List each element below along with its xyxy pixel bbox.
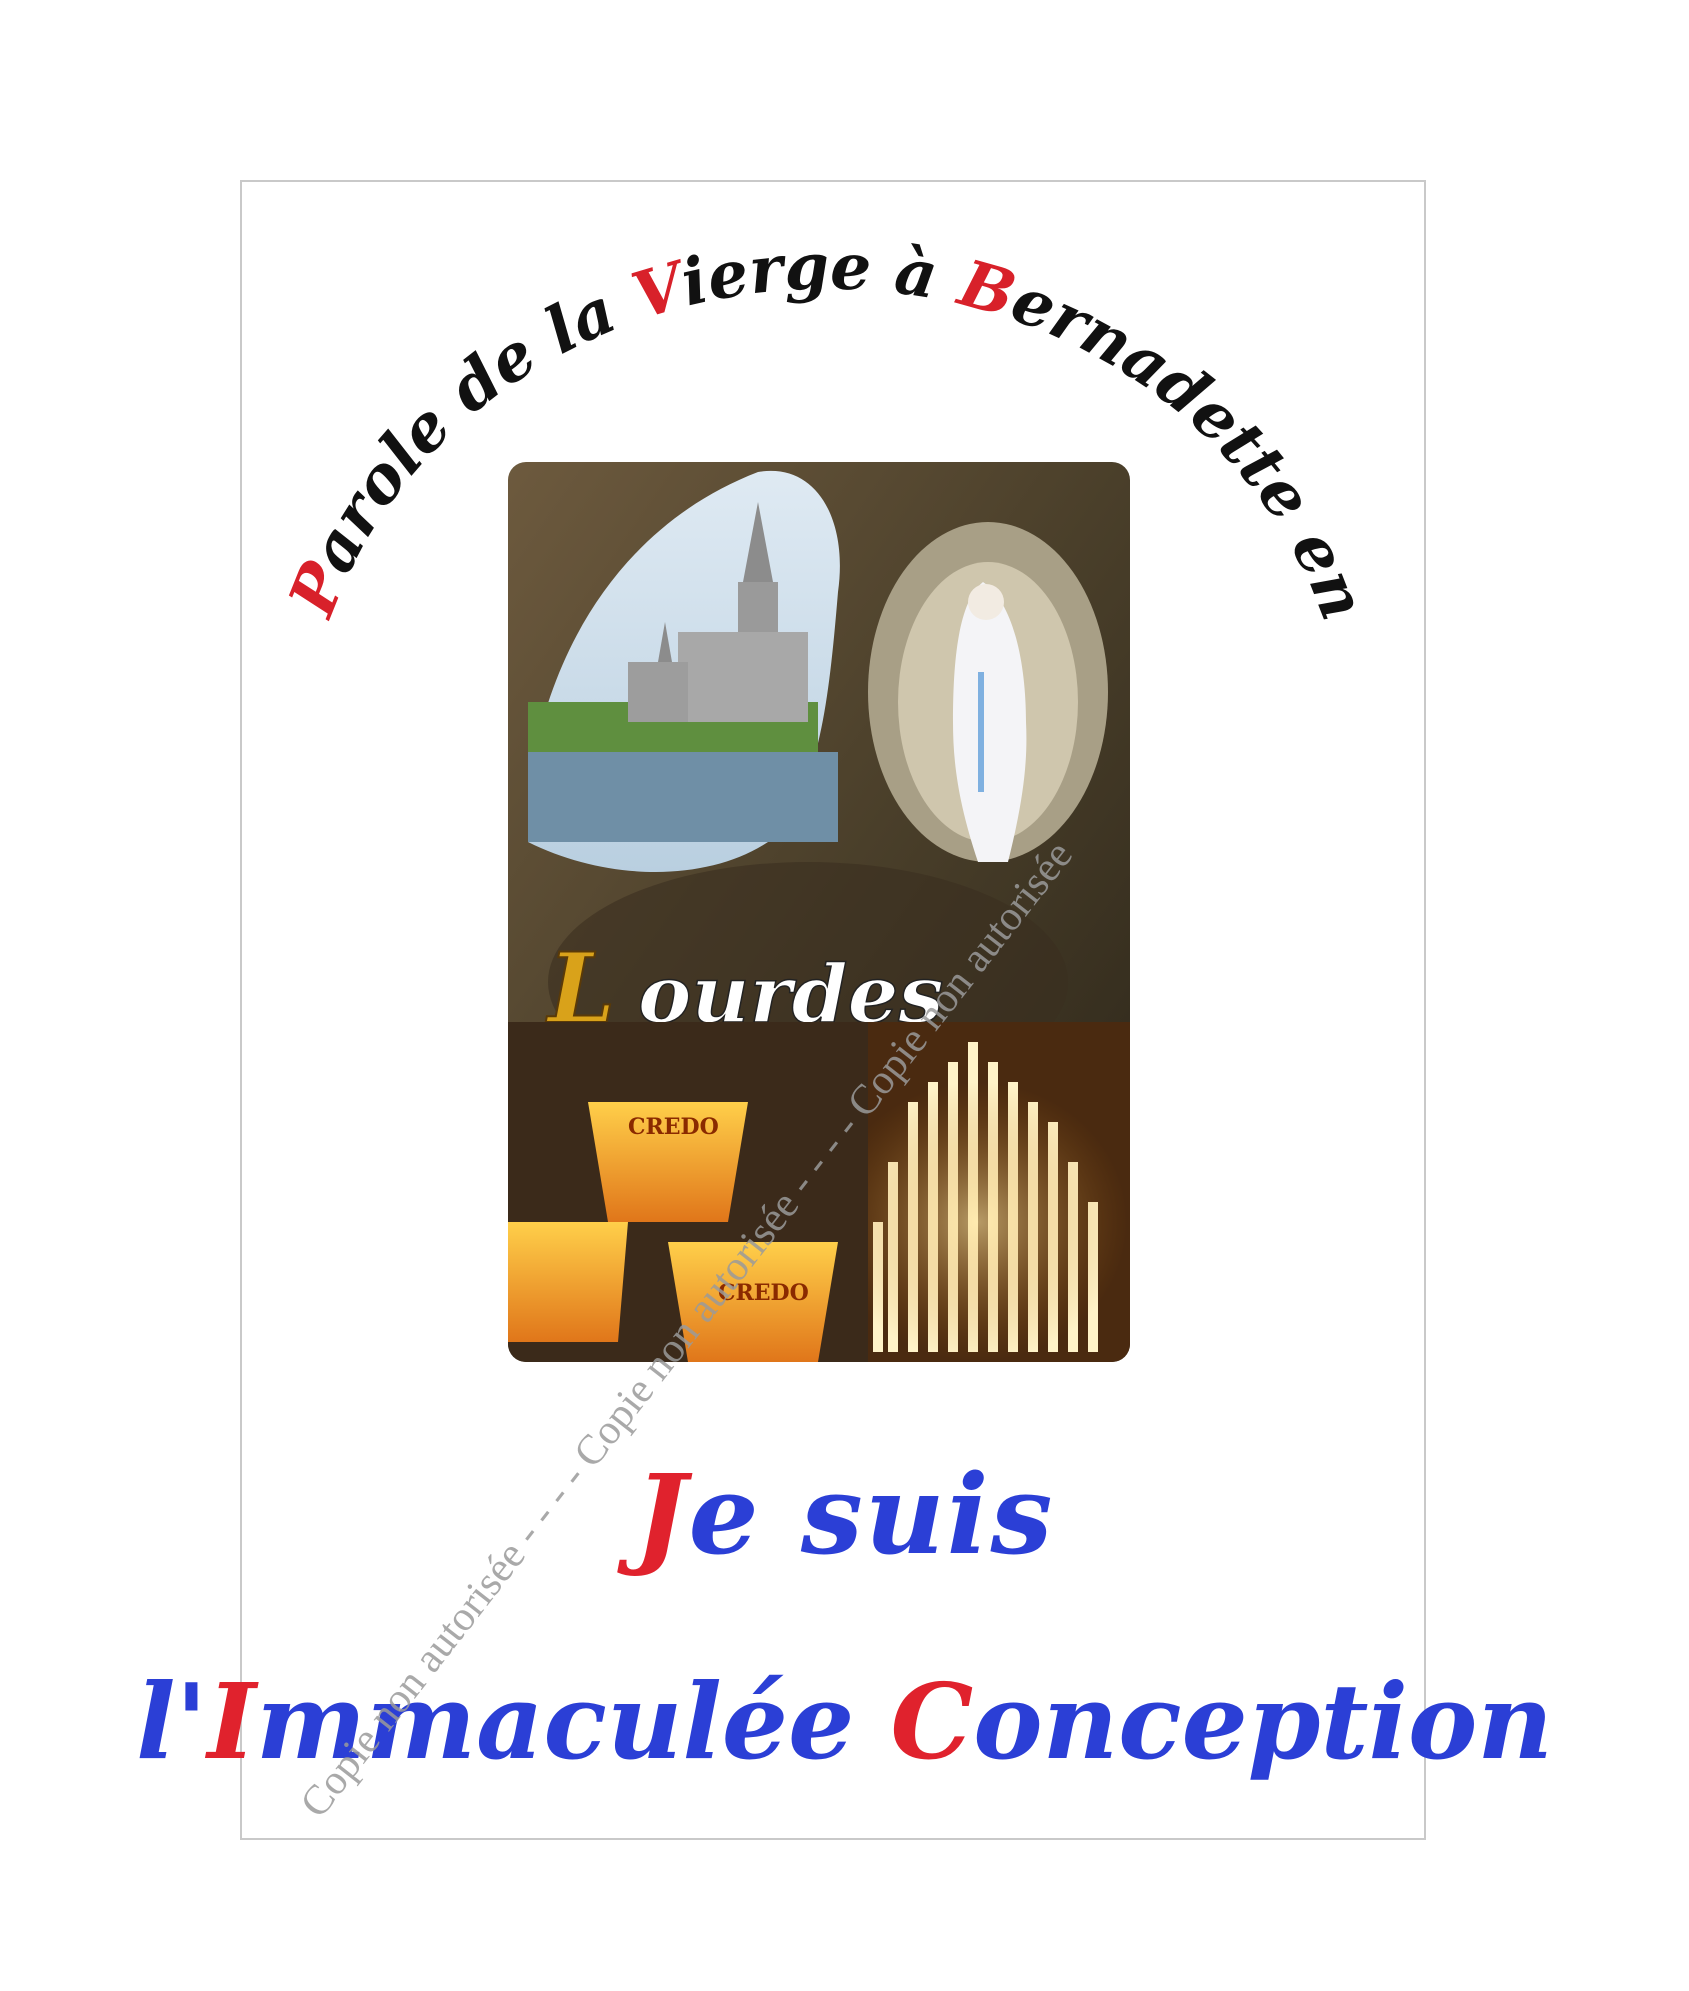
candle-label: CREDO (628, 1114, 719, 1140)
headline-initial: C (890, 1660, 974, 1783)
headline-text: mmaculée (256, 1660, 891, 1783)
headline-text: e suis (688, 1450, 1055, 1579)
headline-text: onception (973, 1660, 1553, 1783)
headline-initial: I (207, 1660, 257, 1783)
candle-label: CREDO (718, 1280, 809, 1306)
headline-line-1: Je suis (0, 1450, 1689, 1579)
headline-initial: J (634, 1450, 689, 1579)
headline-line-2: l'Immaculée Conception (0, 1660, 1689, 1783)
lourdes-collage: L ourdes CREDO CREDO (508, 462, 1130, 1362)
arc-title-accent: 1858 (0, 0, 22, 16)
headline-text: l' (136, 1660, 208, 1783)
